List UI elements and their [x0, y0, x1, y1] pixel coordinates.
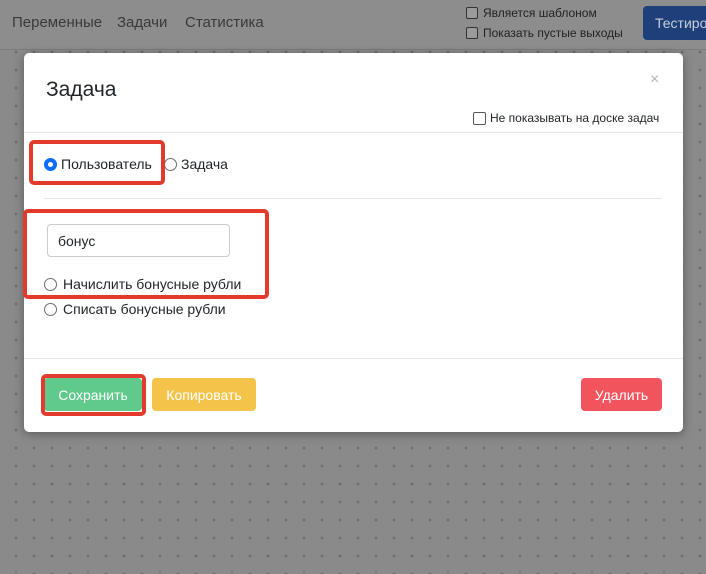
- radio-button-selected[interactable]: [44, 157, 57, 171]
- bonus-input[interactable]: [47, 224, 230, 257]
- close-icon[interactable]: ×: [650, 71, 659, 89]
- checkbox-box[interactable]: [473, 111, 486, 125]
- nav-link-variables[interactable]: Переменные: [12, 14, 102, 31]
- radio-deduct-bonus-label: Списать бонусные рубли: [63, 301, 226, 317]
- hide-from-board-label: Не показывать на доске задач: [490, 111, 660, 125]
- test-button[interactable]: Тестиро: [643, 6, 706, 40]
- top-navigation: Переменные Задачи Статистика Является ша…: [0, 0, 706, 50]
- radio-accrue-bonus[interactable]: Начислить бонусные рубли: [44, 276, 241, 292]
- task-modal: Задача × Не показывать на доске задач По…: [24, 53, 683, 432]
- radio-accrue-bonus-label: Начислить бонусные рубли: [63, 276, 242, 292]
- is-template-label: Является шаблоном: [483, 6, 597, 20]
- header-divider: [24, 132, 683, 133]
- checkbox-box[interactable]: [466, 27, 478, 39]
- checkbox-box[interactable]: [466, 7, 478, 19]
- show-empty-outputs-checkbox[interactable]: Показать пустые выходы: [466, 26, 623, 40]
- footer-divider: [24, 358, 683, 359]
- radio-user[interactable]: Пользователь: [44, 156, 152, 172]
- section-divider: [44, 198, 662, 199]
- hide-from-board-checkbox[interactable]: Не показывать на доске задач: [473, 111, 659, 125]
- modal-title: Задача: [46, 78, 117, 101]
- nav-link-statistics[interactable]: Статистика: [185, 14, 264, 31]
- is-template-checkbox[interactable]: Является шаблоном: [466, 6, 597, 20]
- radio-user-label: Пользователь: [61, 156, 152, 172]
- radio-task-label: Задача: [181, 156, 228, 172]
- radio-button[interactable]: [44, 277, 57, 291]
- save-button[interactable]: Сохранить: [44, 378, 142, 411]
- radio-button[interactable]: [44, 302, 57, 316]
- radio-task[interactable]: Задача: [164, 156, 228, 172]
- nav-link-tasks[interactable]: Задачи: [117, 14, 167, 31]
- delete-button[interactable]: Удалить: [581, 378, 662, 411]
- show-empty-outputs-label: Показать пустые выходы: [483, 26, 623, 40]
- radio-deduct-bonus[interactable]: Списать бонусные рубли: [44, 301, 226, 317]
- copy-button[interactable]: Копировать: [152, 378, 256, 411]
- radio-button[interactable]: [164, 157, 177, 171]
